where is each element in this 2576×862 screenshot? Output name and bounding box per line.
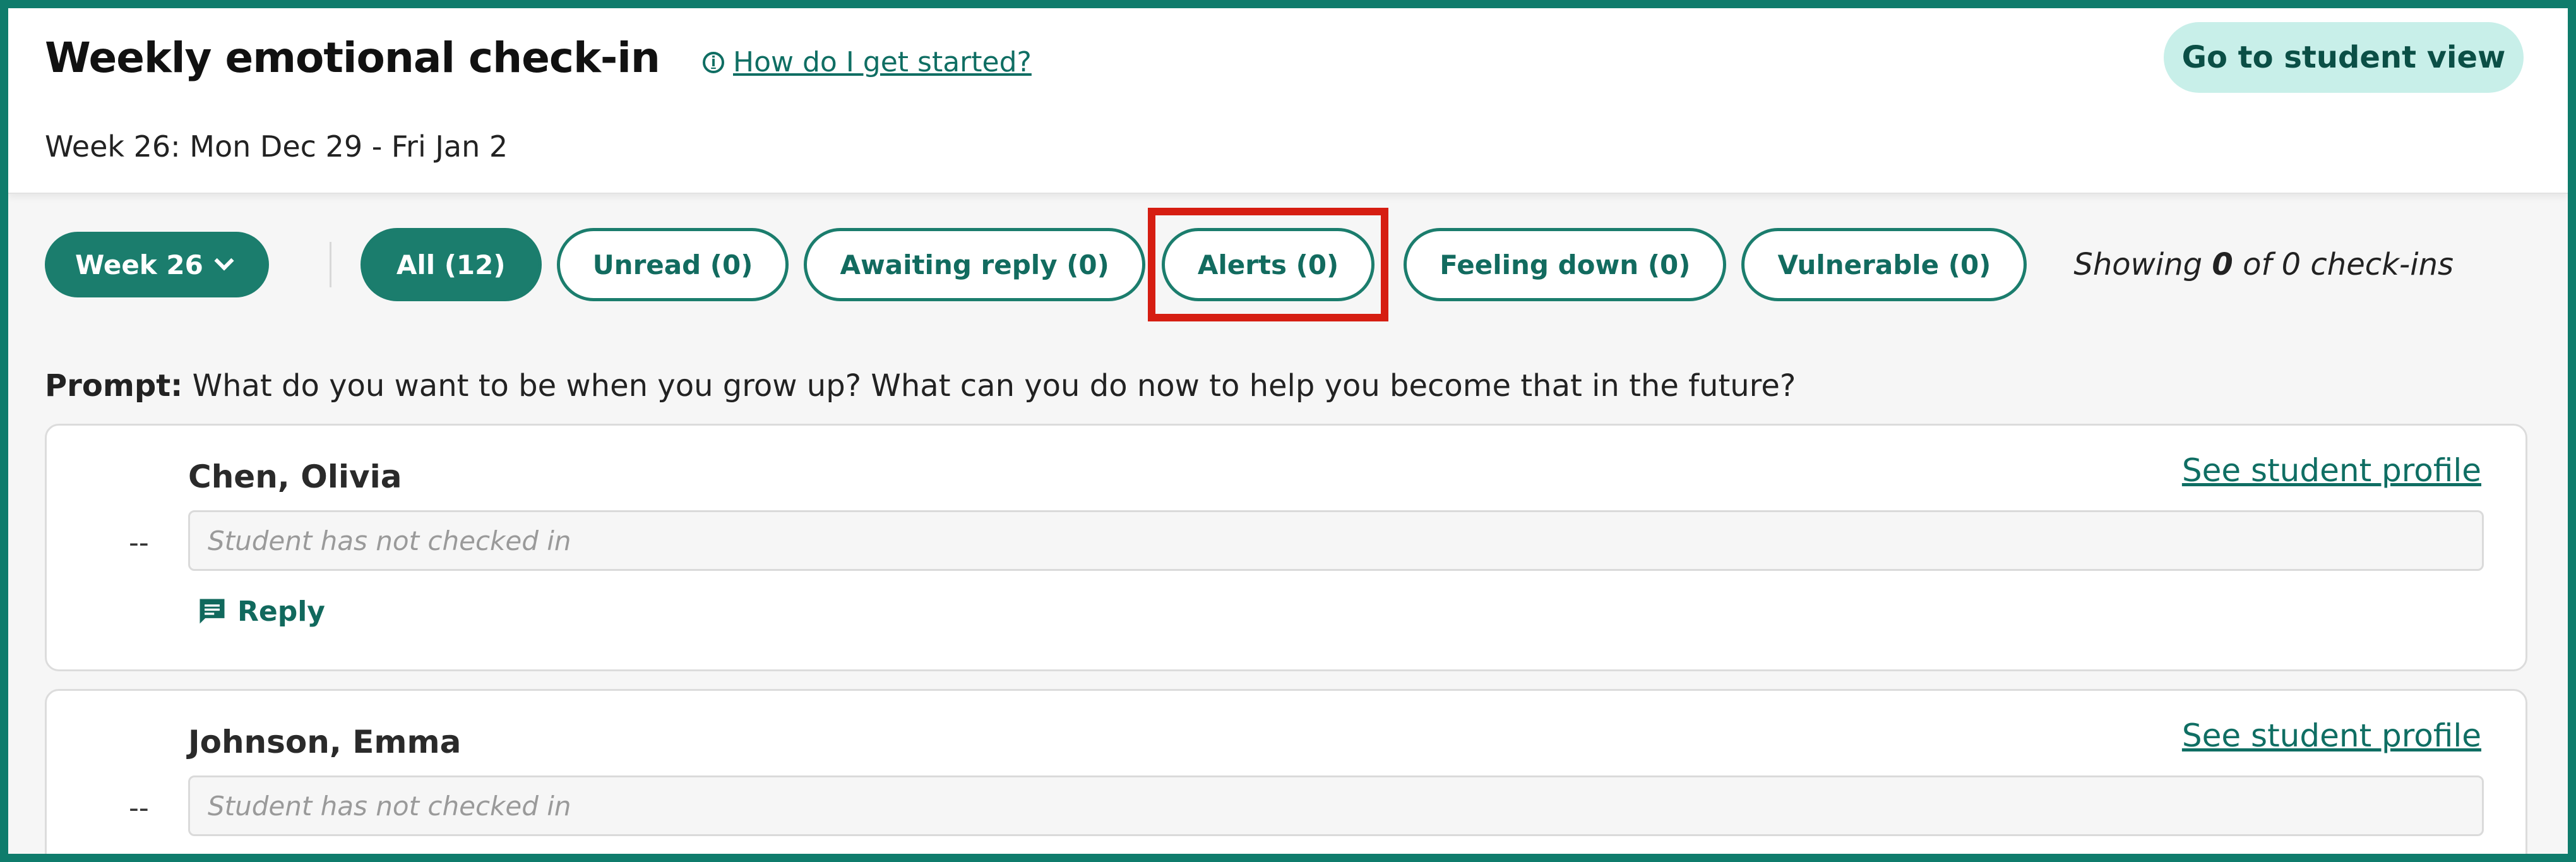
filter-vulnerable[interactable]: Vulnerable (0) [1741, 228, 2027, 301]
showing-count: Showing 0 of 0 check-ins [2073, 247, 2454, 282]
student-view-button[interactable]: Go to student view [2164, 22, 2524, 93]
alerts-highlight-box: Alerts (0) [1147, 208, 1389, 321]
checkin-response: Student has not checked in [188, 510, 2484, 571]
divider [329, 242, 331, 287]
reply-label: Reply [237, 595, 325, 628]
filter-unread[interactable]: Unread (0) [556, 228, 789, 301]
prompt-label: Prompt: [45, 368, 183, 404]
student-profile-link[interactable]: See student profile [2182, 452, 2481, 489]
help-link[interactable]: i How do I get started? [703, 46, 1032, 78]
filter-bar: Week 26 All (12) Unread (0) Awaiting rep… [45, 208, 2454, 321]
filter-alerts[interactable]: Alerts (0) [1161, 228, 1375, 301]
app-frame: Weekly emotional check-in i How do I get… [8, 8, 2568, 854]
reply-button[interactable]: Reply [196, 595, 325, 628]
page-header: Weekly emotional check-in i How do I get… [8, 8, 2568, 194]
filter-feeling-down[interactable]: Feeling down (0) [1404, 228, 1727, 301]
page-title: Weekly emotional check-in [45, 33, 660, 82]
week-select-label: Week 26 [75, 249, 203, 280]
chevron-down-icon [214, 251, 234, 271]
comment-icon [200, 599, 225, 624]
checkin-card: -- Chen, Olivia See student profile Stud… [45, 424, 2527, 671]
prompt-text: What do you want to be when you grow up?… [192, 368, 1796, 404]
student-name: Chen, Olivia [188, 458, 402, 495]
student-name: Johnson, Emma [188, 724, 462, 760]
info-icon: i [703, 51, 724, 73]
checkin-response: Student has not checked in [188, 775, 2484, 836]
week-select[interactable]: Week 26 [45, 232, 269, 297]
help-link-label[interactable]: How do I get started? [733, 46, 1032, 78]
filter-awaiting-reply[interactable]: Awaiting reply (0) [804, 228, 1145, 301]
mood-indicator: -- [129, 527, 149, 559]
week-range: Week 26: Mon Dec 29 - Fri Jan 2 [45, 129, 508, 164]
student-profile-link[interactable]: See student profile [2182, 717, 2481, 754]
checkin-card: -- Johnson, Emma See student profile Stu… [45, 689, 2527, 854]
prompt: Prompt: What do you want to be when you … [45, 368, 1796, 404]
mood-indicator: -- [129, 792, 149, 824]
filter-all[interactable]: All (12) [360, 228, 542, 301]
